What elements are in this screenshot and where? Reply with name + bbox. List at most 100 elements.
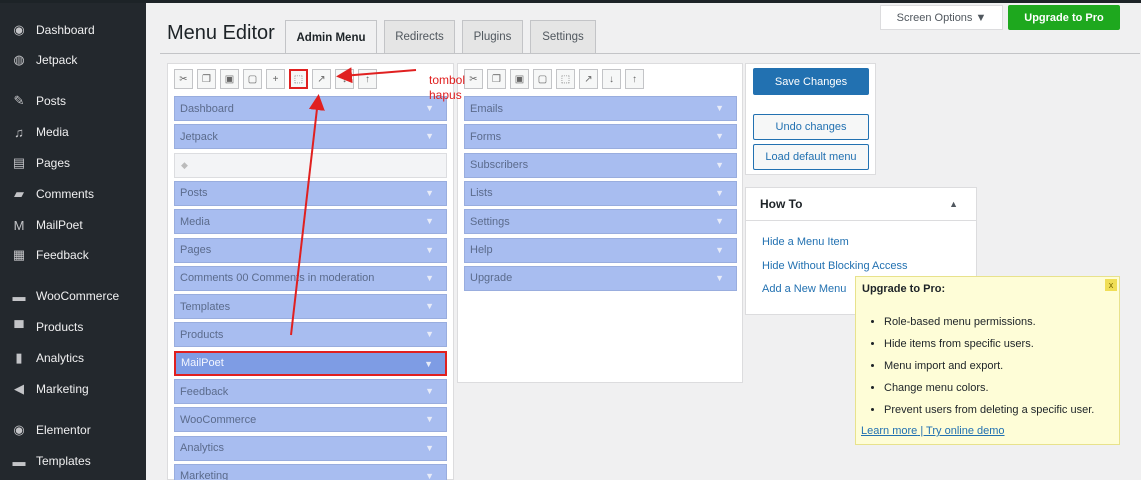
menu-item-label: WooCommerce <box>180 413 257 426</box>
chevron-down-icon[interactable]: ▼ <box>425 216 434 226</box>
menu-item[interactable]: Templates ▼ <box>174 294 447 320</box>
menu-item[interactable]: Dashboard ▼ <box>174 96 447 121</box>
chevron-down-icon[interactable]: ▼ <box>424 359 433 369</box>
sidebar-item-posts[interactable]: ✎ Posts <box>0 87 146 115</box>
new-separator-icon[interactable]: + <box>266 69 285 89</box>
menu-item[interactable]: Jetpack ▼ <box>174 124 447 150</box>
sidebar-item-templates[interactable]: ▬ Templates <box>0 447 146 475</box>
how-to-link-add-menu[interactable]: Add a New Menu <box>762 283 846 295</box>
chevron-down-icon[interactable]: ▼ <box>425 131 434 141</box>
tab-redirects[interactable]: Redirects <box>384 20 455 53</box>
page-title: Menu Editor <box>167 22 275 44</box>
menu-item[interactable]: MailPoet ▼ <box>174 350 447 376</box>
sidebar-item-elementor[interactable]: ◉ Elementor <box>0 416 146 444</box>
hide-icon[interactable]: ↗ <box>579 69 598 89</box>
undo-changes-button[interactable]: Undo changes <box>753 114 869 140</box>
paste-icon[interactable]: ▣ <box>220 69 239 89</box>
submenu-item[interactable]: Settings ▼ <box>464 209 737 235</box>
sort-descending-icon[interactable]: ↑ <box>358 69 377 89</box>
sidebar-item-pages[interactable]: ▤ Pages <box>0 149 146 177</box>
products-icon: ▀ <box>14 319 24 335</box>
chevron-down-icon[interactable]: ▼ <box>715 273 724 283</box>
menu-item[interactable]: Feedback ▼ <box>174 379 447 404</box>
chevron-down-icon[interactable]: ▼ <box>715 103 724 113</box>
sort-ascending-icon[interactable]: ↓ <box>335 69 354 89</box>
sidebar-item-dashboard[interactable]: ◉ Dashboard <box>0 16 146 44</box>
new-menu-icon[interactable]: ▢ <box>533 69 552 89</box>
chevron-down-icon[interactable]: ▼ <box>425 471 434 480</box>
menu-item[interactable]: Media ▼ <box>174 209 447 235</box>
try-demo-link[interactable]: Try online demo <box>926 425 1004 437</box>
menu-item[interactable]: Comments 00 Comments in moderation ▼ <box>174 265 447 291</box>
menu-item[interactable]: Pages ▼ <box>174 237 447 263</box>
submenu-item[interactable]: Help ▼ <box>464 237 737 263</box>
cut-icon[interactable]: ✂ <box>174 69 193 89</box>
screen-options-button[interactable]: Screen Options ▼ <box>880 5 1003 30</box>
menu-separator[interactable]: ◆ <box>174 152 447 178</box>
menu-item-label: MailPoet <box>181 357 224 370</box>
hide-icon[interactable]: ↗ <box>312 69 331 89</box>
sidebar-item-comments[interactable]: ▰ Comments <box>0 180 146 208</box>
menu-item[interactable]: Marketing ▼ <box>174 463 447 480</box>
admin-menu-panel: ✂ ❐ ▣ ▢ + ⬚ ↗ ↓ ↑ Dashboard ▼ Jetpack ▼ ◆ Pos… <box>167 63 454 480</box>
upgrade-to-pro-button[interactable]: Upgrade to Pro <box>1008 5 1120 30</box>
tab-settings[interactable]: Settings <box>530 20 596 53</box>
chevron-down-icon[interactable]: ▼ <box>425 103 434 113</box>
tab-admin-menu[interactable]: Admin Menu <box>285 20 377 54</box>
mailpoet-icon: M <box>13 217 25 233</box>
copy-icon[interactable]: ❐ <box>197 69 216 89</box>
sidebar-item-mailpoet[interactable]: M MailPoet <box>0 211 146 239</box>
sidebar-item-woocommerce[interactable]: ▬ WooCommerce <box>0 282 146 310</box>
chevron-down-icon[interactable]: ▼ <box>425 329 434 339</box>
menu-item-label: Products <box>180 328 224 341</box>
sidebar-item-marketing[interactable]: ◀ Marketing <box>0 375 146 403</box>
delete-icon[interactable]: ⬚ <box>556 69 575 89</box>
chevron-down-icon[interactable]: ▼ <box>715 245 724 255</box>
copy-icon[interactable]: ❐ <box>487 69 506 89</box>
sidebar-item-jetpack[interactable]: ◍ Jetpack <box>0 46 146 74</box>
close-icon[interactable]: x <box>1105 279 1117 291</box>
chevron-down-icon[interactable]: ▼ <box>425 245 434 255</box>
paste-icon[interactable]: ▣ <box>510 69 529 89</box>
delete-icon[interactable]: ⬚ <box>289 69 308 89</box>
chevron-down-icon[interactable]: ▼ <box>425 301 434 311</box>
submenu-item[interactable]: Upgrade ▼ <box>464 265 737 291</box>
menu-item[interactable]: Products ▼ <box>174 322 447 348</box>
tab-plugins[interactable]: Plugins <box>462 20 523 53</box>
chevron-down-icon[interactable]: ▼ <box>425 273 434 283</box>
sidebar-item-products[interactable]: ▀ Products <box>0 313 146 341</box>
how-to-title: How To <box>760 197 803 211</box>
submenu-item[interactable]: Subscribers ▼ <box>464 152 737 178</box>
how-to-link-hide-without-blocking[interactable]: Hide Without Blocking Access <box>762 260 908 272</box>
submenu-item[interactable]: Emails ▼ <box>464 96 737 121</box>
cut-icon[interactable]: ✂ <box>464 69 483 89</box>
chevron-down-icon[interactable]: ▼ <box>425 443 434 453</box>
submenu-item-label: Emails <box>470 102 504 115</box>
new-menu-icon[interactable]: ▢ <box>243 69 262 89</box>
sort-descending-icon[interactable]: ↑ <box>625 69 644 89</box>
sidebar-item-analytics[interactable]: ▮ Analytics <box>0 344 146 372</box>
chevron-down-icon[interactable]: ▼ <box>715 188 724 198</box>
link-separator: | <box>917 425 927 437</box>
how-to-header[interactable]: How To ▲ <box>746 188 976 221</box>
chevron-down-icon[interactable]: ▼ <box>715 216 724 226</box>
submenu-item[interactable]: Forms ▼ <box>464 124 737 150</box>
menu-item[interactable]: WooCommerce ▼ <box>174 407 447 433</box>
load-default-menu-button[interactable]: Load default menu <box>753 144 869 170</box>
menu-item[interactable]: Posts ▼ <box>174 180 447 206</box>
elementor-icon: ◉ <box>13 422 25 437</box>
collapse-icon[interactable]: ▲ <box>949 199 958 209</box>
sidebar-item-media[interactable]: ♫ Media <box>0 118 146 146</box>
submenu-item[interactable]: Lists ▼ <box>464 180 737 206</box>
sort-ascending-icon[interactable]: ↓ <box>602 69 621 89</box>
save-changes-button[interactable]: Save Changes <box>753 68 869 95</box>
learn-more-link[interactable]: Learn more <box>861 425 917 437</box>
menu-item[interactable]: Analytics ▼ <box>174 435 447 461</box>
chevron-down-icon[interactable]: ▼ <box>425 188 434 198</box>
how-to-link-hide-item[interactable]: Hide a Menu Item <box>762 236 849 248</box>
sidebar-item-feedback[interactable]: ▦ Feedback <box>0 241 146 269</box>
chevron-down-icon[interactable]: ▼ <box>425 414 434 424</box>
chevron-down-icon[interactable]: ▼ <box>715 160 724 170</box>
chevron-down-icon[interactable]: ▼ <box>715 131 724 141</box>
chevron-down-icon[interactable]: ▼ <box>425 386 434 396</box>
